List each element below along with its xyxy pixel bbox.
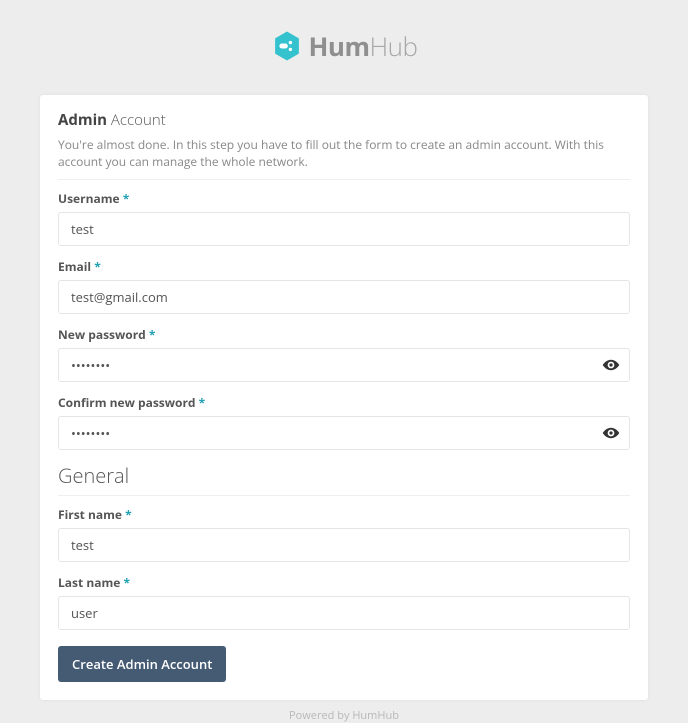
password-input[interactable] (58, 348, 630, 382)
confirm-password-group: Confirm new password * (58, 394, 630, 450)
password-group: New password * (58, 326, 630, 382)
email-input[interactable] (58, 280, 630, 314)
admin-account-panel: Admin Account You're almost done. In thi… (40, 95, 648, 700)
divider (58, 495, 630, 496)
username-group: Username * (58, 190, 630, 246)
confirm-password-input[interactable] (58, 416, 630, 450)
logo-area: HumHub (0, 0, 688, 95)
confirm-password-label: Confirm new password * (58, 394, 630, 411)
divider (58, 179, 630, 180)
first-name-group: First name * (58, 506, 630, 562)
first-name-label: First name * (58, 506, 630, 523)
panel-description: You're almost done. In this step you hav… (58, 136, 630, 171)
eye-icon[interactable] (602, 356, 620, 374)
create-admin-account-button[interactable]: Create Admin Account (58, 646, 226, 682)
footer-text: Powered by HumHub (0, 700, 688, 723)
panel-title: Admin Account (58, 110, 630, 130)
username-input[interactable] (58, 212, 630, 246)
general-heading: General (58, 462, 630, 489)
email-label: Email * (58, 258, 630, 275)
logo-text: HumHub (308, 28, 417, 64)
last-name-group: Last name * (58, 574, 630, 630)
first-name-input[interactable] (58, 528, 630, 562)
last-name-input[interactable] (58, 596, 630, 630)
password-label: New password * (58, 326, 630, 343)
humhub-logo: HumHub (270, 28, 417, 64)
page: HumHub Admin Account You're almost done.… (0, 0, 688, 723)
last-name-label: Last name * (58, 574, 630, 591)
username-label: Username * (58, 190, 630, 207)
logo-icon (270, 29, 304, 63)
email-group: Email * (58, 258, 630, 314)
eye-icon[interactable] (602, 424, 620, 442)
